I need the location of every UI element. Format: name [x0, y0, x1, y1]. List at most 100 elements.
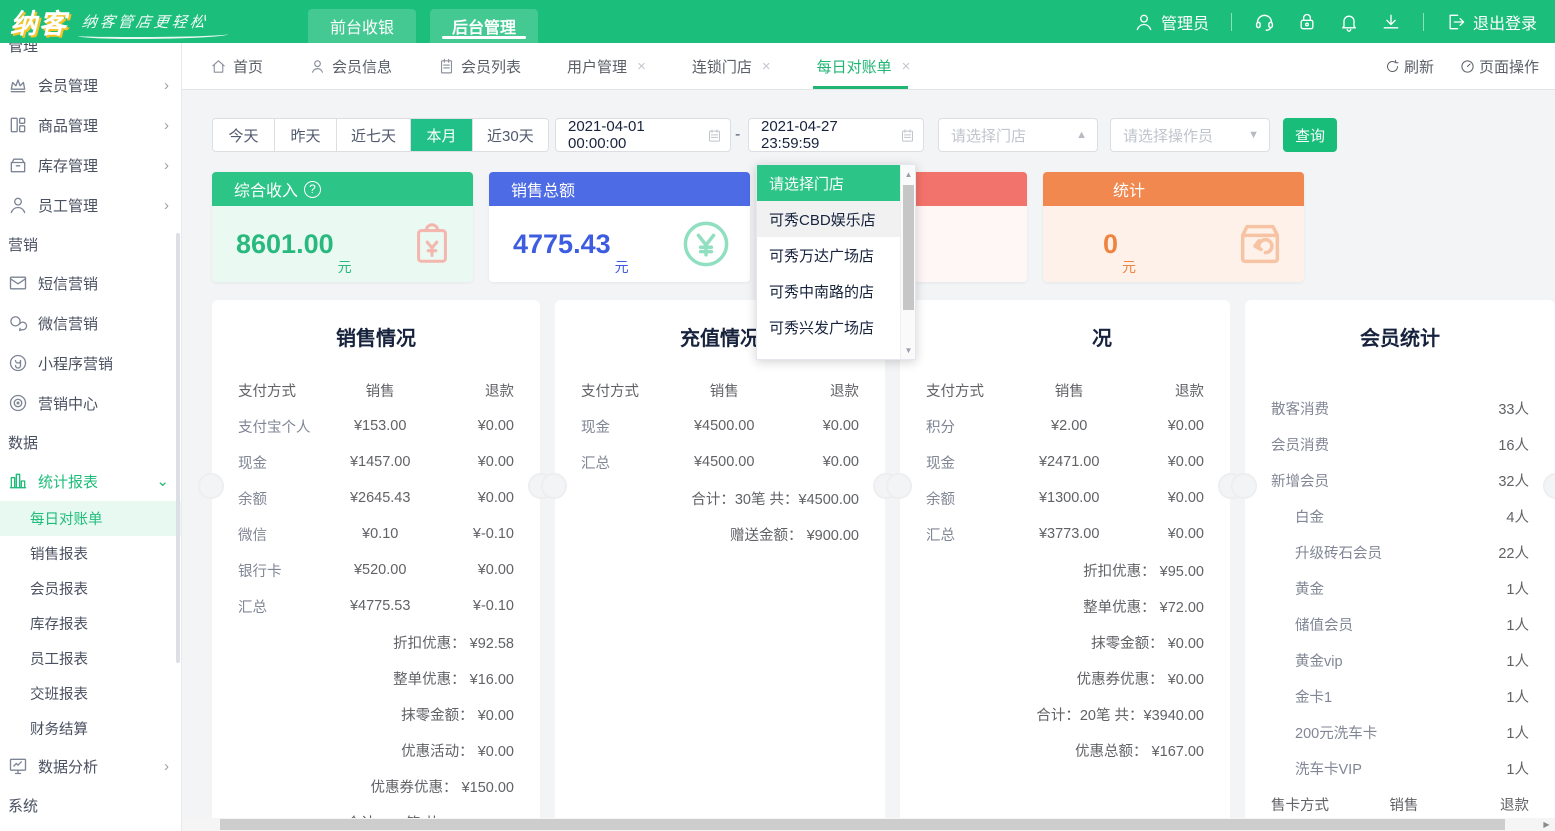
- filter-row: 今天 昨天 近七天 本月 近30天 2021-04-01 00:00:00 - …: [182, 90, 1555, 160]
- user-name: 管理员: [1161, 10, 1209, 34]
- sidebar-subitem-daily-report[interactable]: 每日对账单: [0, 501, 181, 536]
- horizontal-scrollbar[interactable]: ▶: [182, 818, 1555, 831]
- current-user[interactable]: 管理员: [1134, 10, 1209, 34]
- member-row: 黄金1人: [1245, 570, 1555, 606]
- sidebar-scrollbar[interactable]: [176, 233, 180, 663]
- lock-icon[interactable]: [1297, 12, 1317, 32]
- close-icon[interactable]: ×: [637, 58, 646, 75]
- sidebar-subitem-member-report[interactable]: 会员报表: [0, 571, 181, 606]
- dropdown-scrollbar[interactable]: ▲ ▼: [900, 165, 915, 359]
- sidebar-item-wechat-marketing[interactable]: 微信营销: [0, 303, 181, 343]
- operator-select[interactable]: 请选择操作员 ▼: [1110, 118, 1270, 152]
- sidebar-subitem-stock-report[interactable]: 库存报表: [0, 606, 181, 641]
- sidebar-item-stats-report[interactable]: 统计报表 ⌄: [0, 461, 181, 501]
- calendar-icon: [707, 128, 722, 143]
- query-button[interactable]: 查询: [1283, 118, 1337, 152]
- sidebar-item-miniprogram-marketing[interactable]: 小程序营销: [0, 343, 181, 383]
- tab-chain-stores[interactable]: 连锁门店 ×: [692, 43, 771, 89]
- dropdown-option-placeholder[interactable]: 请选择门店: [757, 165, 902, 201]
- logout-icon: [1446, 12, 1466, 32]
- member-row: 会员消费16人: [1245, 426, 1555, 462]
- member-icon: [309, 58, 326, 75]
- table-row: 余额¥2645.43¥0.00: [212, 480, 540, 516]
- close-icon[interactable]: ×: [762, 58, 771, 75]
- sidebar-item-member-management[interactable]: 会员管理 ›: [0, 65, 181, 105]
- sidebar-section-management-partial: 管理: [8, 43, 38, 58]
- close-icon[interactable]: ×: [902, 58, 911, 75]
- table-row: 汇总¥3773.00¥0.00: [900, 516, 1230, 552]
- quick-this-month[interactable]: 本月: [411, 119, 473, 151]
- tab-daily-report[interactable]: 每日对账单 ×: [817, 43, 911, 89]
- wechat-icon: [8, 313, 28, 333]
- sidebar-subitem-shift-report[interactable]: 交班报表: [0, 676, 181, 711]
- card-title-visible-fragment: 统计: [1113, 177, 1145, 201]
- quick-last7days[interactable]: 近七天: [337, 119, 411, 151]
- quick-last30days[interactable]: 近30天: [473, 119, 548, 151]
- summary-row: 优惠券优惠： ¥0.00: [900, 660, 1230, 696]
- store-select[interactable]: 请选择门店 ▲: [938, 118, 1098, 152]
- summary-row: 整单优惠： ¥72.00: [900, 588, 1230, 624]
- tab-member-info[interactable]: 会员信息: [309, 43, 392, 89]
- sidebar-item-goods-management[interactable]: 商品管理 ›: [0, 105, 181, 145]
- quick-range-group: 今天 昨天 近七天 本月 近30天: [212, 118, 549, 152]
- sidebar-item-data-analysis[interactable]: 数据分析 ›: [0, 746, 181, 786]
- box-icon: [8, 155, 28, 175]
- sidebar-item-marketing-center[interactable]: 营销中心: [0, 383, 181, 423]
- refresh-button[interactable]: 刷新: [1385, 56, 1434, 77]
- tab-user-management[interactable]: 用户管理 ×: [567, 43, 646, 89]
- dropdown-option-store-partial[interactable]: [757, 345, 902, 360]
- sidebar-item-staff-management[interactable]: 员工管理 ›: [0, 185, 181, 225]
- card-value: 8601.00: [236, 229, 334, 260]
- scrollbar-thumb[interactable]: [903, 185, 914, 310]
- tab-home[interactable]: 首页: [210, 43, 263, 89]
- member-row: 黄金vip1人: [1245, 642, 1555, 678]
- scroll-down-icon[interactable]: ▼: [901, 343, 916, 357]
- backstage-manage-tab[interactable]: 后台管理: [430, 9, 538, 43]
- headset-icon[interactable]: [1254, 11, 1275, 32]
- date-to-input[interactable]: 2021-04-27 23:59:59: [748, 118, 924, 152]
- tagline: 纳客管店更轻松: [82, 11, 208, 32]
- page-operations-button[interactable]: 页面操作: [1460, 56, 1539, 77]
- quick-today[interactable]: 今天: [213, 119, 275, 151]
- download-icon[interactable]: [1381, 12, 1401, 32]
- table-header: 支付方式 销售 退款: [212, 372, 540, 408]
- date-from-input[interactable]: 2021-04-01 00:00:00: [555, 118, 731, 152]
- divider: [1231, 13, 1232, 31]
- table-header: 支付方式 销售 退款: [555, 372, 885, 408]
- table-row: 汇总¥4775.53¥-0.10: [212, 588, 540, 624]
- tab-member-list[interactable]: 会员列表: [438, 43, 521, 89]
- caret-up-icon: ▲: [1076, 129, 1087, 141]
- clipboard-yen-icon: [409, 221, 455, 267]
- dropdown-option-store[interactable]: 可秀兴发广场店: [757, 309, 902, 345]
- member-stats-title: 会员统计: [1245, 300, 1555, 372]
- member-row: 储值会员1人: [1245, 606, 1555, 642]
- card-total-income: 综合收入 ? 8601.00 元: [212, 172, 473, 282]
- home-icon: [210, 58, 227, 75]
- scroll-up-icon[interactable]: ▲: [901, 167, 916, 181]
- quick-yesterday[interactable]: 昨天: [275, 119, 337, 151]
- summary-row: 合计：30笔 共：¥4500.00: [555, 480, 885, 516]
- recharge-panel: 充值情况 支付方式 销售 退款 现金¥4500.00¥0.00 汇总¥4500.…: [555, 300, 885, 831]
- sidebar-item-sms-marketing[interactable]: 短信营销: [0, 263, 181, 303]
- crown-icon: [8, 75, 28, 95]
- mini-program-icon: [8, 353, 28, 373]
- sidebar-subitem-staff-report[interactable]: 员工报表: [0, 641, 181, 676]
- sidebar-section-data: 数据: [0, 423, 181, 461]
- member-row: 200元洗车卡1人: [1245, 714, 1555, 750]
- scroll-right-icon[interactable]: ▶: [1540, 818, 1553, 831]
- sidebar-subitem-finance-settle[interactable]: 财务结算: [0, 711, 181, 746]
- table-header: 支付方式 销售 退款: [900, 372, 1230, 408]
- help-icon[interactable]: ?: [304, 181, 321, 198]
- sidebar-item-stock-management[interactable]: 库存管理 ›: [0, 145, 181, 185]
- envelope-icon: [8, 273, 28, 293]
- chevron-down-icon: ⌄: [156, 472, 169, 490]
- front-cashier-tab[interactable]: 前台收银: [308, 9, 416, 43]
- bell-icon[interactable]: [1339, 12, 1359, 32]
- dropdown-option-store[interactable]: 可秀万达广场店: [757, 237, 902, 273]
- dropdown-option-store[interactable]: 可秀中南路的店: [757, 273, 902, 309]
- logout-button[interactable]: 退出登录: [1446, 10, 1537, 34]
- bar-chart-icon: [8, 471, 28, 491]
- sidebar-subitem-sales-report[interactable]: 销售报表: [0, 536, 181, 571]
- dropdown-option-store[interactable]: 可秀CBD娱乐店: [757, 201, 902, 237]
- horizontal-scrollbar-thumb[interactable]: [220, 819, 1505, 830]
